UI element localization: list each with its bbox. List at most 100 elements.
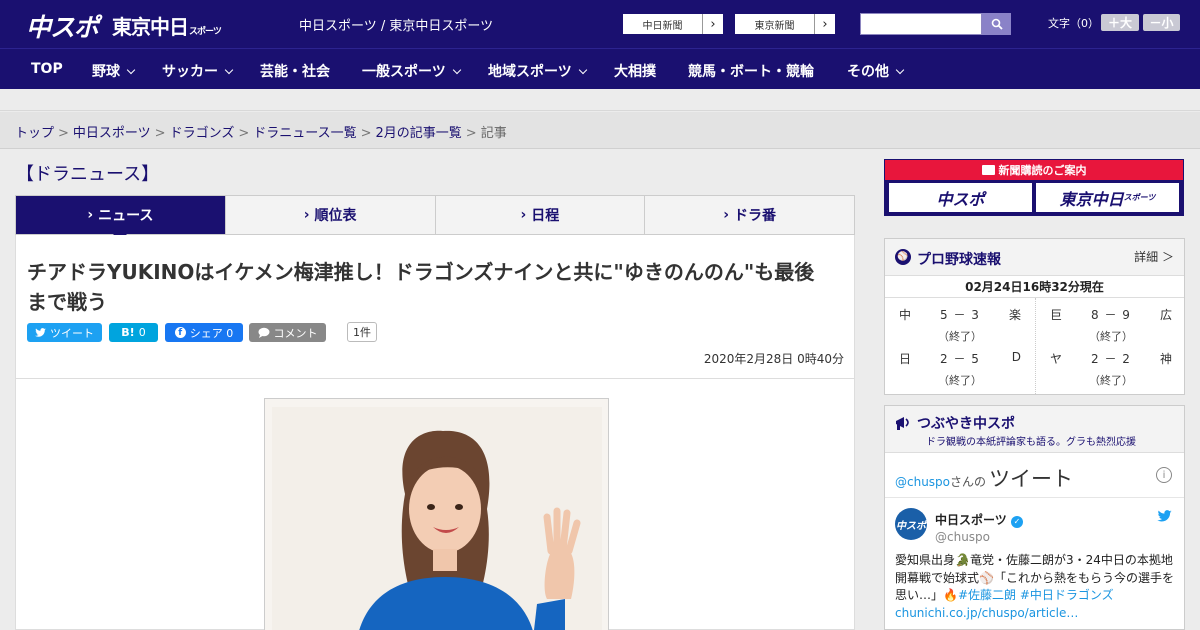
scores-more-link[interactable]: 詳細 ＞ [1134,248,1174,265]
twitter-widget-header: つぶやき中スポ ドラ観戦の本紙評論家も語る。グラも熱烈応援 [885,406,1184,453]
tab-news[interactable]: › ニュース [16,196,226,241]
game-score[interactable]: 2 － 5 日 D （終了） [885,342,1035,387]
comment-count[interactable]: 1件 [347,322,377,342]
article: チアドラYUKINOはイケメン梅津推し！ドラゴンズナインと共に"ゆきのんのん"も… [15,235,855,630]
subscribe-chuspo-button[interactable]: 中スポ [889,183,1032,212]
subscribe-tokyo-chunichi-label: 東京中日 [1059,189,1124,209]
chevron-right-icon: › [723,207,730,223]
team-away: D [1011,350,1021,364]
nav-item-label: 芸能・社会 [260,64,330,80]
nav-item-general-sports[interactable]: 一般スポーツ [362,61,461,81]
tweet-author[interactable]: 中日スポーツ ✓ [935,511,1023,528]
tab-label: 順位表 [314,208,357,224]
header-spacer [0,89,1200,111]
team-away: 楽 [1008,308,1021,322]
nav-item-label: 野球 [92,64,120,80]
chevron-down-icon [578,65,587,75]
breadcrumb-link[interactable]: ドラゴンズ [170,126,235,141]
tokyo-chunichi-logo[interactable]: 東京中日スポーツ [112,11,222,40]
breadcrumb-bar: トップ > 中日スポーツ > ドラゴンズ > ドラニュース一覧 >2月の記事一覧 > 記事 [0,112,1200,149]
comment-button[interactable]: コメント [249,323,326,342]
nav-item-soccer[interactable]: サッカー [162,61,234,81]
tab-label: 日程 [531,208,560,224]
nav-item-racing[interactable]: 競馬・ボート・競輪 [688,61,814,81]
tab-schedule[interactable]: › 日程 [436,196,646,234]
chevron-down-icon [224,65,234,75]
tweet-button[interactable]: ツイート [27,323,102,342]
breadcrumb-link[interactable]: ドラニュース一覧 [253,126,356,141]
team-home: 巨 [1050,308,1063,322]
timeline-handle-suffix: さんの [950,475,987,489]
subscribe-tokyo-chunichi-button[interactable]: 東京中日 スポーツ [1036,183,1179,212]
chevron-down-icon [126,65,136,75]
tab-label: ニュース [98,208,154,224]
timeline-heading: @chuspoさんの ツイート [895,463,1073,493]
speech-bubble-icon [258,327,269,338]
nav-item-top[interactable]: TOP [31,61,63,77]
chuspo-logo[interactable]: 中スポ [26,8,99,44]
tweet-handle[interactable]: @chuspo [935,530,990,544]
breadcrumb-separator: > [360,126,372,141]
breadcrumb-link[interactable]: 中日スポーツ [73,126,151,141]
tokyo-chunichi-logo-small: スポーツ [189,27,222,37]
scores-timestamp: 02月24日16時32分現在 [885,276,1184,298]
publish-date: 2020年2月28日 0時40分 [703,352,844,366]
facebook-icon: f [174,327,186,338]
nav-item-local-sports[interactable]: 地域スポーツ [488,61,587,81]
site-title[interactable]: 中日スポーツ / 東京中日スポーツ [299,15,493,34]
game-score[interactable]: 8 － 9 巨 広 （終了） [1036,298,1186,343]
nav-item-baseball[interactable]: 野球 [92,61,136,81]
info-icon[interactable]: i [1156,467,1172,483]
breadcrumb-link[interactable]: トップ [15,126,54,141]
tab-label: ドラ番 [734,208,777,224]
search-button[interactable] [982,13,1011,35]
breadcrumb-link[interactable]: 2月の記事一覧 [376,126,462,141]
article-headline: チアドラYUKINOはイケメン梅津推し！ドラゴンズナインと共に"ゆきのんのん"も… [27,260,815,314]
facebook-share-button[interactable]: f シェア 0 [165,323,243,342]
twitter-widget: つぶやき中スポ ドラ観戦の本紙評論家も語る。グラも熱烈応援 @chuspoさんの… [884,405,1185,630]
chunichi-shimbun-label: 中日新聞 [623,14,703,34]
nav-item-entertainment[interactable]: 芸能・社会 [260,61,330,81]
breadcrumb-separator: > [154,126,166,141]
avatar[interactable]: 中スポ [895,508,927,540]
tab-dora-ban[interactable]: › ドラ番 [645,196,854,234]
nav-item-label: サッカー [162,64,218,80]
game-score[interactable]: 5 － 3 中 楽 （終了） [885,298,1035,343]
team-home: 日 [899,352,912,366]
section-title: 【ドラニュース】 [16,164,160,185]
nav-item-other[interactable]: その他 [847,61,905,81]
breadcrumb-separator: > [465,126,477,141]
hatena-bookmark-button[interactable]: B! 0 [109,323,158,342]
game-score[interactable]: 2 － 2 ヤ 神 （終了） [1036,342,1186,387]
tweet-link[interactable]: chunichi.co.jp/chuspo/article… [895,606,1078,620]
article-photo[interactable] [264,398,609,630]
nav-item-label: 地域スポーツ [488,64,572,80]
chevron-down-icon [452,65,461,75]
subscription-heading: 新聞購読のご案内 [885,160,1183,180]
tweet-hashtags[interactable]: #佐藤二朗 #中日ドラゴンズ [958,588,1114,602]
team-away: 神 [1159,352,1172,366]
megaphone-icon [896,417,909,430]
tab-standings[interactable]: › 順位表 [226,196,436,234]
font-larger-button[interactable]: ＋大 [1101,14,1139,31]
twitter-bird-icon[interactable] [1157,510,1172,523]
hatena-icon: B! [121,326,135,339]
nav-item-label: 競馬・ボート・競輪 [688,64,814,80]
hatena-count: 0 [138,326,146,339]
verified-icon: ✓ [1010,515,1023,528]
team-home: ヤ [1050,352,1063,366]
nav-item-sumo[interactable]: 大相撲 [614,61,656,81]
timeline-handle-link[interactable]: @chuspo [895,475,950,489]
tweet[interactable]: 中スポ 中日スポーツ ✓ @chuspo 愛知県出身🐊竜党・佐藤二朗が3・24中… [885,498,1184,628]
font-size-label: 文字（0） [1048,17,1099,30]
search-input[interactable] [860,13,982,35]
font-smaller-button[interactable]: －小 [1143,14,1180,31]
game-status: （終了） [1089,374,1133,387]
twitter-bird-icon [35,327,46,337]
nav-item-label: その他 [847,64,889,80]
baseball-icon: ⚾ [895,249,911,265]
timeline-header: @chuspoさんの ツイート i [885,453,1184,498]
chevron-right-icon: › [303,207,310,223]
chunichi-shimbun-button[interactable]: 中日新聞 › [622,13,724,35]
tokyo-shimbun-button[interactable]: 東京新聞 › [734,13,836,35]
